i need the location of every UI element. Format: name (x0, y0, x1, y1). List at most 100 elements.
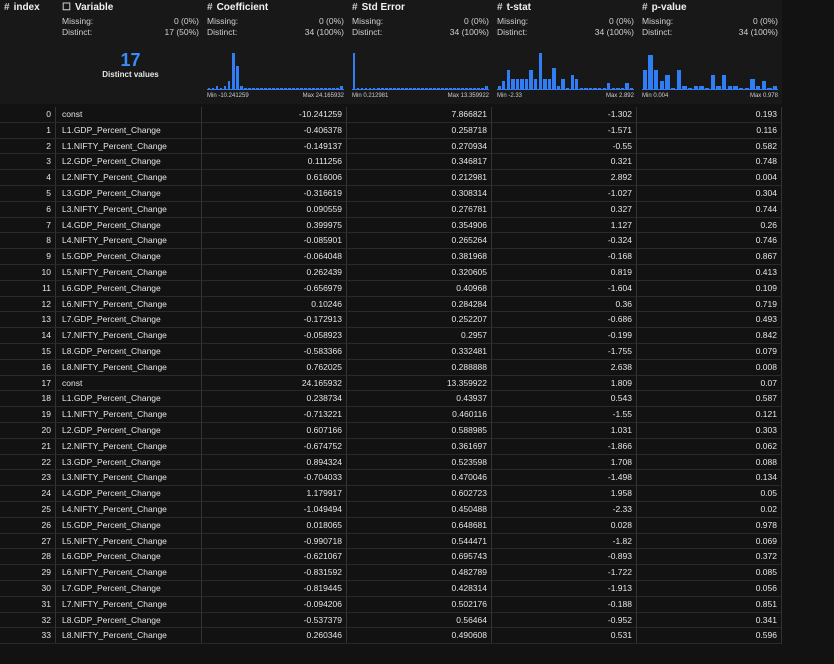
histogram[interactable] (207, 44, 344, 90)
p-value-cell[interactable]: 0.746 (638, 233, 782, 249)
table-row[interactable]: 1 L1.GDP_Percent_Change -0.406378 0.258718-… (0, 122, 782, 139)
table-row[interactable]: 31 L7.NIFTY_Percent_Change -0.094206 0.5021… (0, 596, 782, 613)
t-stat-cell[interactable]: -0.188 (493, 596, 637, 612)
t-stat-cell[interactable]: -0.55 (493, 138, 637, 154)
t-stat-cell[interactable]: -1.027 (493, 185, 637, 201)
p-value-cell[interactable]: 0.193 (638, 107, 782, 122)
row-index-cell[interactable]: 7 (0, 217, 56, 233)
coefficient-cell[interactable]: -0.583366 (203, 343, 347, 359)
row-index-cell[interactable]: 1 (0, 122, 56, 138)
p-value-cell[interactable]: 0.062 (638, 438, 782, 454)
t-stat-cell[interactable]: -2.33 (493, 501, 637, 517)
row-index-cell[interactable]: 31 (0, 596, 56, 612)
variable-cell[interactable]: L3.GDP_Percent_Change (58, 185, 202, 201)
coefficient-cell[interactable]: 1.179917 (203, 486, 347, 501)
p-value-cell[interactable]: 0.008 (638, 359, 782, 375)
t-stat-cell[interactable]: -1.302 (493, 107, 637, 122)
coefficient-cell[interactable]: 0.260346 (203, 628, 347, 644)
std-error-cell[interactable]: 0.361697 (348, 438, 492, 454)
variable-cell[interactable]: const (58, 107, 202, 122)
table-row[interactable]: 7 L4.GDP_Percent_Change 0.399975 0.354906 1.… (0, 217, 782, 234)
p-value-cell[interactable]: 0.088 (638, 454, 782, 470)
row-index-cell[interactable]: 30 (0, 580, 56, 596)
t-stat-cell[interactable]: -1.866 (493, 438, 637, 454)
variable-cell[interactable]: L4.NIFTY_Percent_Change (58, 233, 202, 249)
table-row[interactable]: 3 L2.GDP_Percent_Change 0.111256 0.346817 0.… (0, 154, 782, 171)
p-value-cell[interactable]: 0.413 (638, 264, 782, 280)
p-value-cell[interactable]: 0.085 (638, 565, 782, 580)
p-value-cell[interactable]: 0.867 (638, 249, 782, 264)
variable-cell[interactable]: L1.GDP_Percent_Change (58, 122, 202, 138)
p-value-cell[interactable]: 0.116 (638, 122, 782, 138)
t-stat-cell[interactable]: 0.327 (493, 201, 637, 217)
p-value-cell[interactable]: 0.851 (638, 596, 782, 612)
t-stat-cell[interactable]: 1.127 (493, 217, 637, 233)
std-error-cell[interactable]: 0.265264 (348, 233, 492, 249)
table-row[interactable]: 33 L8.NIFTY_Percent_Change 0.260346 0.49060… (0, 628, 782, 645)
row-index-cell[interactable]: 15 (0, 343, 56, 359)
t-stat-cell[interactable]: 1.708 (493, 454, 637, 470)
table-row[interactable]: 26 L5.GDP_Percent_Change 0.018065 0.648681 0… (0, 517, 782, 534)
table-row[interactable]: 30 L7.GDP_Percent_Change -0.819445 0.428314… (0, 580, 782, 597)
table-row[interactable]: 2 L1.NIFTY_Percent_Change -0.149137 0.27093… (0, 138, 782, 155)
t-stat-cell[interactable]: 0.36 (493, 296, 637, 312)
std-error-cell[interactable]: 0.695743 (348, 549, 492, 565)
std-error-cell[interactable]: 0.523598 (348, 454, 492, 470)
std-error-cell[interactable]: 0.588985 (348, 422, 492, 438)
std-error-cell[interactable]: 0.544471 (348, 533, 492, 549)
variable-cell[interactable]: const (58, 375, 202, 391)
std-error-cell[interactable]: 0.470046 (348, 470, 492, 486)
p-value-cell[interactable]: 0.842 (638, 328, 782, 343)
std-error-cell[interactable]: 0.428314 (348, 580, 492, 596)
table-row[interactable]: 17 const 24.165932 13.359922 1.809 0.07 (0, 375, 782, 392)
table-row[interactable]: 10 L5.NIFTY_Percent_Change 0.262439 0.32060… (0, 264, 782, 281)
row-index-cell[interactable]: 23 (0, 470, 56, 486)
row-index-cell[interactable]: 25 (0, 501, 56, 517)
row-index-cell[interactable]: 11 (0, 280, 56, 296)
std-error-cell[interactable]: 0.460116 (348, 407, 492, 422)
std-error-cell[interactable]: 0.212981 (348, 170, 492, 185)
variable-cell[interactable]: L3.GDP_Percent_Change (58, 454, 202, 470)
coefficient-cell[interactable]: 0.090559 (203, 201, 347, 217)
table-row[interactable]: 9 L5.GDP_Percent_Change -0.064048 0.381968-… (0, 249, 782, 265)
variable-cell[interactable]: L7.NIFTY_Percent_Change (58, 596, 202, 612)
t-stat-cell[interactable]: 0.321 (493, 154, 637, 170)
t-stat-cell[interactable]: 2.892 (493, 170, 637, 185)
t-stat-cell[interactable]: -1.571 (493, 122, 637, 138)
std-error-cell[interactable]: 0.2957 (348, 328, 492, 343)
p-value-cell[interactable]: 0.079 (638, 343, 782, 359)
variable-cell[interactable]: L4.NIFTY_Percent_Change (58, 501, 202, 517)
p-value-cell[interactable]: 0.748 (638, 154, 782, 170)
coefficient-cell[interactable]: -0.149137 (203, 138, 347, 154)
variable-cell[interactable]: L7.GDP_Percent_Change (58, 312, 202, 328)
column-header-p-value[interactable]: # p-value Missing: 0 (0%) Distinct: 34 (1… (638, 0, 782, 104)
table-row[interactable]: 13 L7.GDP_Percent_Change -0.172913 0.252207… (0, 312, 782, 329)
coefficient-cell[interactable]: -0.316619 (203, 185, 347, 201)
row-index-cell[interactable]: 0 (0, 107, 56, 122)
variable-cell[interactable]: L5.NIFTY_Percent_Change (58, 264, 202, 280)
table-row[interactable]: 16 L8.NIFTY_Percent_Change 0.762025 0.28888… (0, 359, 782, 376)
coefficient-cell[interactable]: -0.656979 (203, 280, 347, 296)
row-index-cell[interactable]: 6 (0, 201, 56, 217)
coefficient-cell[interactable]: 24.165932 (203, 375, 347, 391)
coefficient-cell[interactable]: -0.819445 (203, 580, 347, 596)
table-row[interactable]: 29 L6.NIFTY_Percent_Change -0.831592 0.4827… (0, 565, 782, 581)
variable-cell[interactable]: L8.GDP_Percent_Change (58, 343, 202, 359)
t-stat-cell[interactable]: 1.809 (493, 375, 637, 391)
p-value-cell[interactable]: 0.744 (638, 201, 782, 217)
table-row[interactable]: 21 L2.NIFTY_Percent_Change -0.674752 0.3616… (0, 438, 782, 455)
p-value-cell[interactable]: 0.26 (638, 217, 782, 233)
std-error-cell[interactable]: 13.359922 (348, 375, 492, 391)
p-value-cell[interactable]: 0.134 (638, 470, 782, 486)
t-stat-cell[interactable]: -1.498 (493, 470, 637, 486)
p-value-cell[interactable]: 0.109 (638, 280, 782, 296)
variable-cell[interactable]: L2.GDP_Percent_Change (58, 154, 202, 170)
t-stat-cell[interactable]: -0.952 (493, 612, 637, 628)
variable-cell[interactable]: L5.GDP_Percent_Change (58, 517, 202, 533)
p-value-cell[interactable]: 0.07 (638, 375, 782, 391)
coefficient-cell[interactable]: -0.085901 (203, 233, 347, 249)
t-stat-cell[interactable]: -1.604 (493, 280, 637, 296)
coefficient-cell[interactable]: -0.064048 (203, 249, 347, 264)
p-value-cell[interactable]: 0.493 (638, 312, 782, 328)
variable-cell[interactable]: L6.NIFTY_Percent_Change (58, 565, 202, 580)
